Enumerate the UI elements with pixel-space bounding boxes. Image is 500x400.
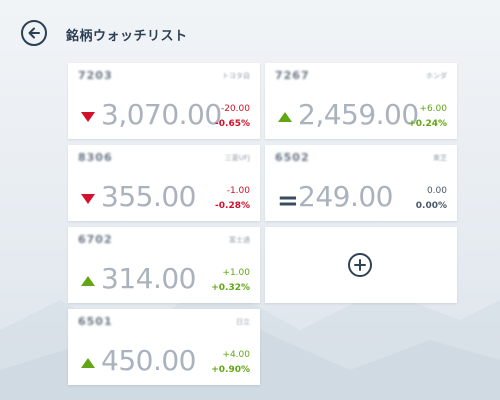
stock-price: 314.00 [101, 262, 196, 295]
price-change: -1.00 [226, 186, 250, 196]
back-button[interactable] [21, 20, 47, 46]
percent-change: +0.32% [211, 283, 250, 293]
stock-tile[interactable]: 6501 日立 450.00 +4.00 +0.90% [68, 309, 260, 385]
price-change: 0.00 [426, 186, 447, 196]
down-triangle-icon [81, 194, 95, 204]
percent-change: +0.24% [408, 119, 447, 129]
stock-tile[interactable]: 8306 三菱UFJ 355.00 -1.00 -0.28% [68, 145, 260, 221]
price-change: +6.00 [419, 104, 447, 114]
add-stock-button[interactable] [348, 253, 372, 277]
up-triangle-icon [278, 112, 292, 122]
stock-code: 6501 [78, 315, 113, 328]
percent-change: 0.00% [415, 201, 447, 211]
stock-name: 三菱UFJ [224, 154, 250, 162]
stock-tile[interactable]: 7267 ホンダ 2,459.00 +6.00 +0.24% [265, 63, 457, 139]
stock-price: 3,070.00 [101, 98, 222, 131]
page-title: 銘柄ウォッチリスト [66, 29, 188, 44]
stock-code: 8306 [78, 151, 113, 164]
stock-name: 東芝 [433, 154, 447, 162]
stock-price: 355.00 [101, 180, 196, 213]
up-triangle-icon [81, 276, 95, 286]
add-stock-tile[interactable] [265, 227, 457, 303]
price-change: +1.00 [222, 268, 250, 278]
stock-name: トヨタ自 [222, 72, 250, 80]
stock-tile[interactable]: 6702 富士通 314.00 +1.00 +0.32% [68, 227, 260, 303]
stock-code: 6502 [275, 151, 310, 164]
price-change: -20.00 [220, 104, 250, 114]
stock-price: 450.00 [101, 344, 196, 377]
stock-name: 富士通 [229, 236, 250, 244]
stock-tile[interactable]: 6502 東芝 = 249.00 0.00 0.00% [265, 145, 457, 221]
back-arrow-icon [28, 27, 40, 39]
percent-change: -0.65% [215, 119, 250, 129]
plus-circle-icon [354, 259, 366, 271]
down-triangle-icon [81, 112, 95, 122]
percent-change: -0.28% [215, 201, 250, 211]
up-triangle-icon [81, 358, 95, 368]
unchanged-icon: = [277, 186, 299, 216]
stock-price: 2,459.00 [298, 98, 419, 131]
stock-name: 日立 [236, 318, 250, 326]
stock-price: 249.00 [298, 180, 393, 213]
stock-tile[interactable]: 7203 トヨタ自 3,070.00 -20.00 -0.65% [68, 63, 260, 139]
stock-name: ホンダ [426, 72, 447, 80]
stock-code: 6702 [78, 233, 113, 246]
stock-code: 7203 [78, 69, 113, 82]
price-change: +4.00 [222, 350, 250, 360]
percent-change: +0.90% [211, 365, 250, 375]
stock-code: 7267 [275, 69, 310, 82]
